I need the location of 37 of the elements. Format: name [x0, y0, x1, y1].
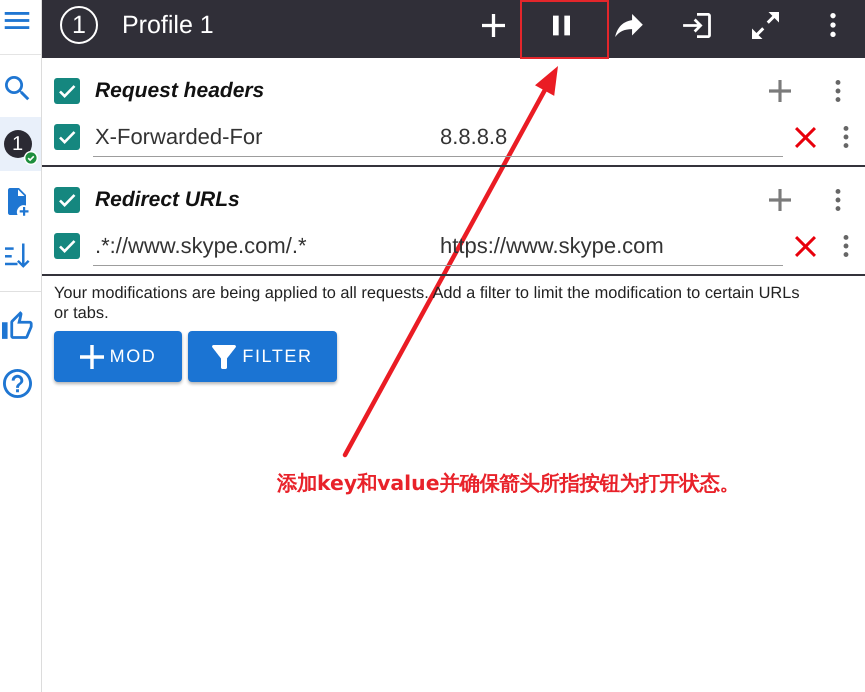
add-mod-button[interactable]: MOD: [54, 331, 182, 382]
add-filter-button[interactable]: FILTER: [188, 331, 337, 382]
profile-item[interactable]: 1: [0, 117, 41, 171]
checkbox[interactable]: [54, 124, 80, 150]
login-icon: [683, 12, 711, 38]
search-icon: [5, 76, 30, 100]
more-icon: [843, 235, 849, 257]
more-icon: [835, 189, 841, 211]
funnel-icon: [212, 344, 236, 368]
section-title: Redirect URLs: [95, 188, 241, 212]
share-arrow-icon: [615, 14, 643, 36]
profile-number-badge: 1: [4, 130, 32, 158]
plus-icon: [769, 189, 791, 211]
more-icon: [835, 80, 841, 102]
value-field[interactable]: 8.8.8.8: [432, 117, 783, 157]
plus-icon: [769, 80, 791, 102]
sort-icon: [5, 243, 30, 269]
checkbox[interactable]: [54, 187, 80, 213]
help-icon: [3, 368, 32, 398]
name-field[interactable]: X-Forwarded-For: [93, 117, 432, 157]
expand-icon: [752, 12, 778, 38]
section-title: Request headers: [95, 79, 266, 103]
menu-icon: [4, 12, 30, 28]
name-field[interactable]: .*://www.skype.com/.*: [93, 226, 432, 266]
more-icon: [830, 13, 836, 37]
file-plus-icon: [6, 188, 30, 216]
plus-icon: [482, 14, 504, 36]
more-icon: [843, 126, 849, 148]
annotation-text: 添加key和value并确保箭头所指按钮为打开状态。: [277, 470, 740, 496]
plus-icon: [80, 344, 104, 368]
checkbox[interactable]: [54, 78, 80, 104]
checkbox[interactable]: [54, 233, 80, 259]
close-icon: [794, 126, 816, 148]
profile-title: Profile 1: [122, 10, 214, 40]
profile-number-badge: 1: [60, 6, 98, 44]
thumbs-up-icon: [2, 311, 34, 339]
close-icon: [794, 236, 816, 256]
